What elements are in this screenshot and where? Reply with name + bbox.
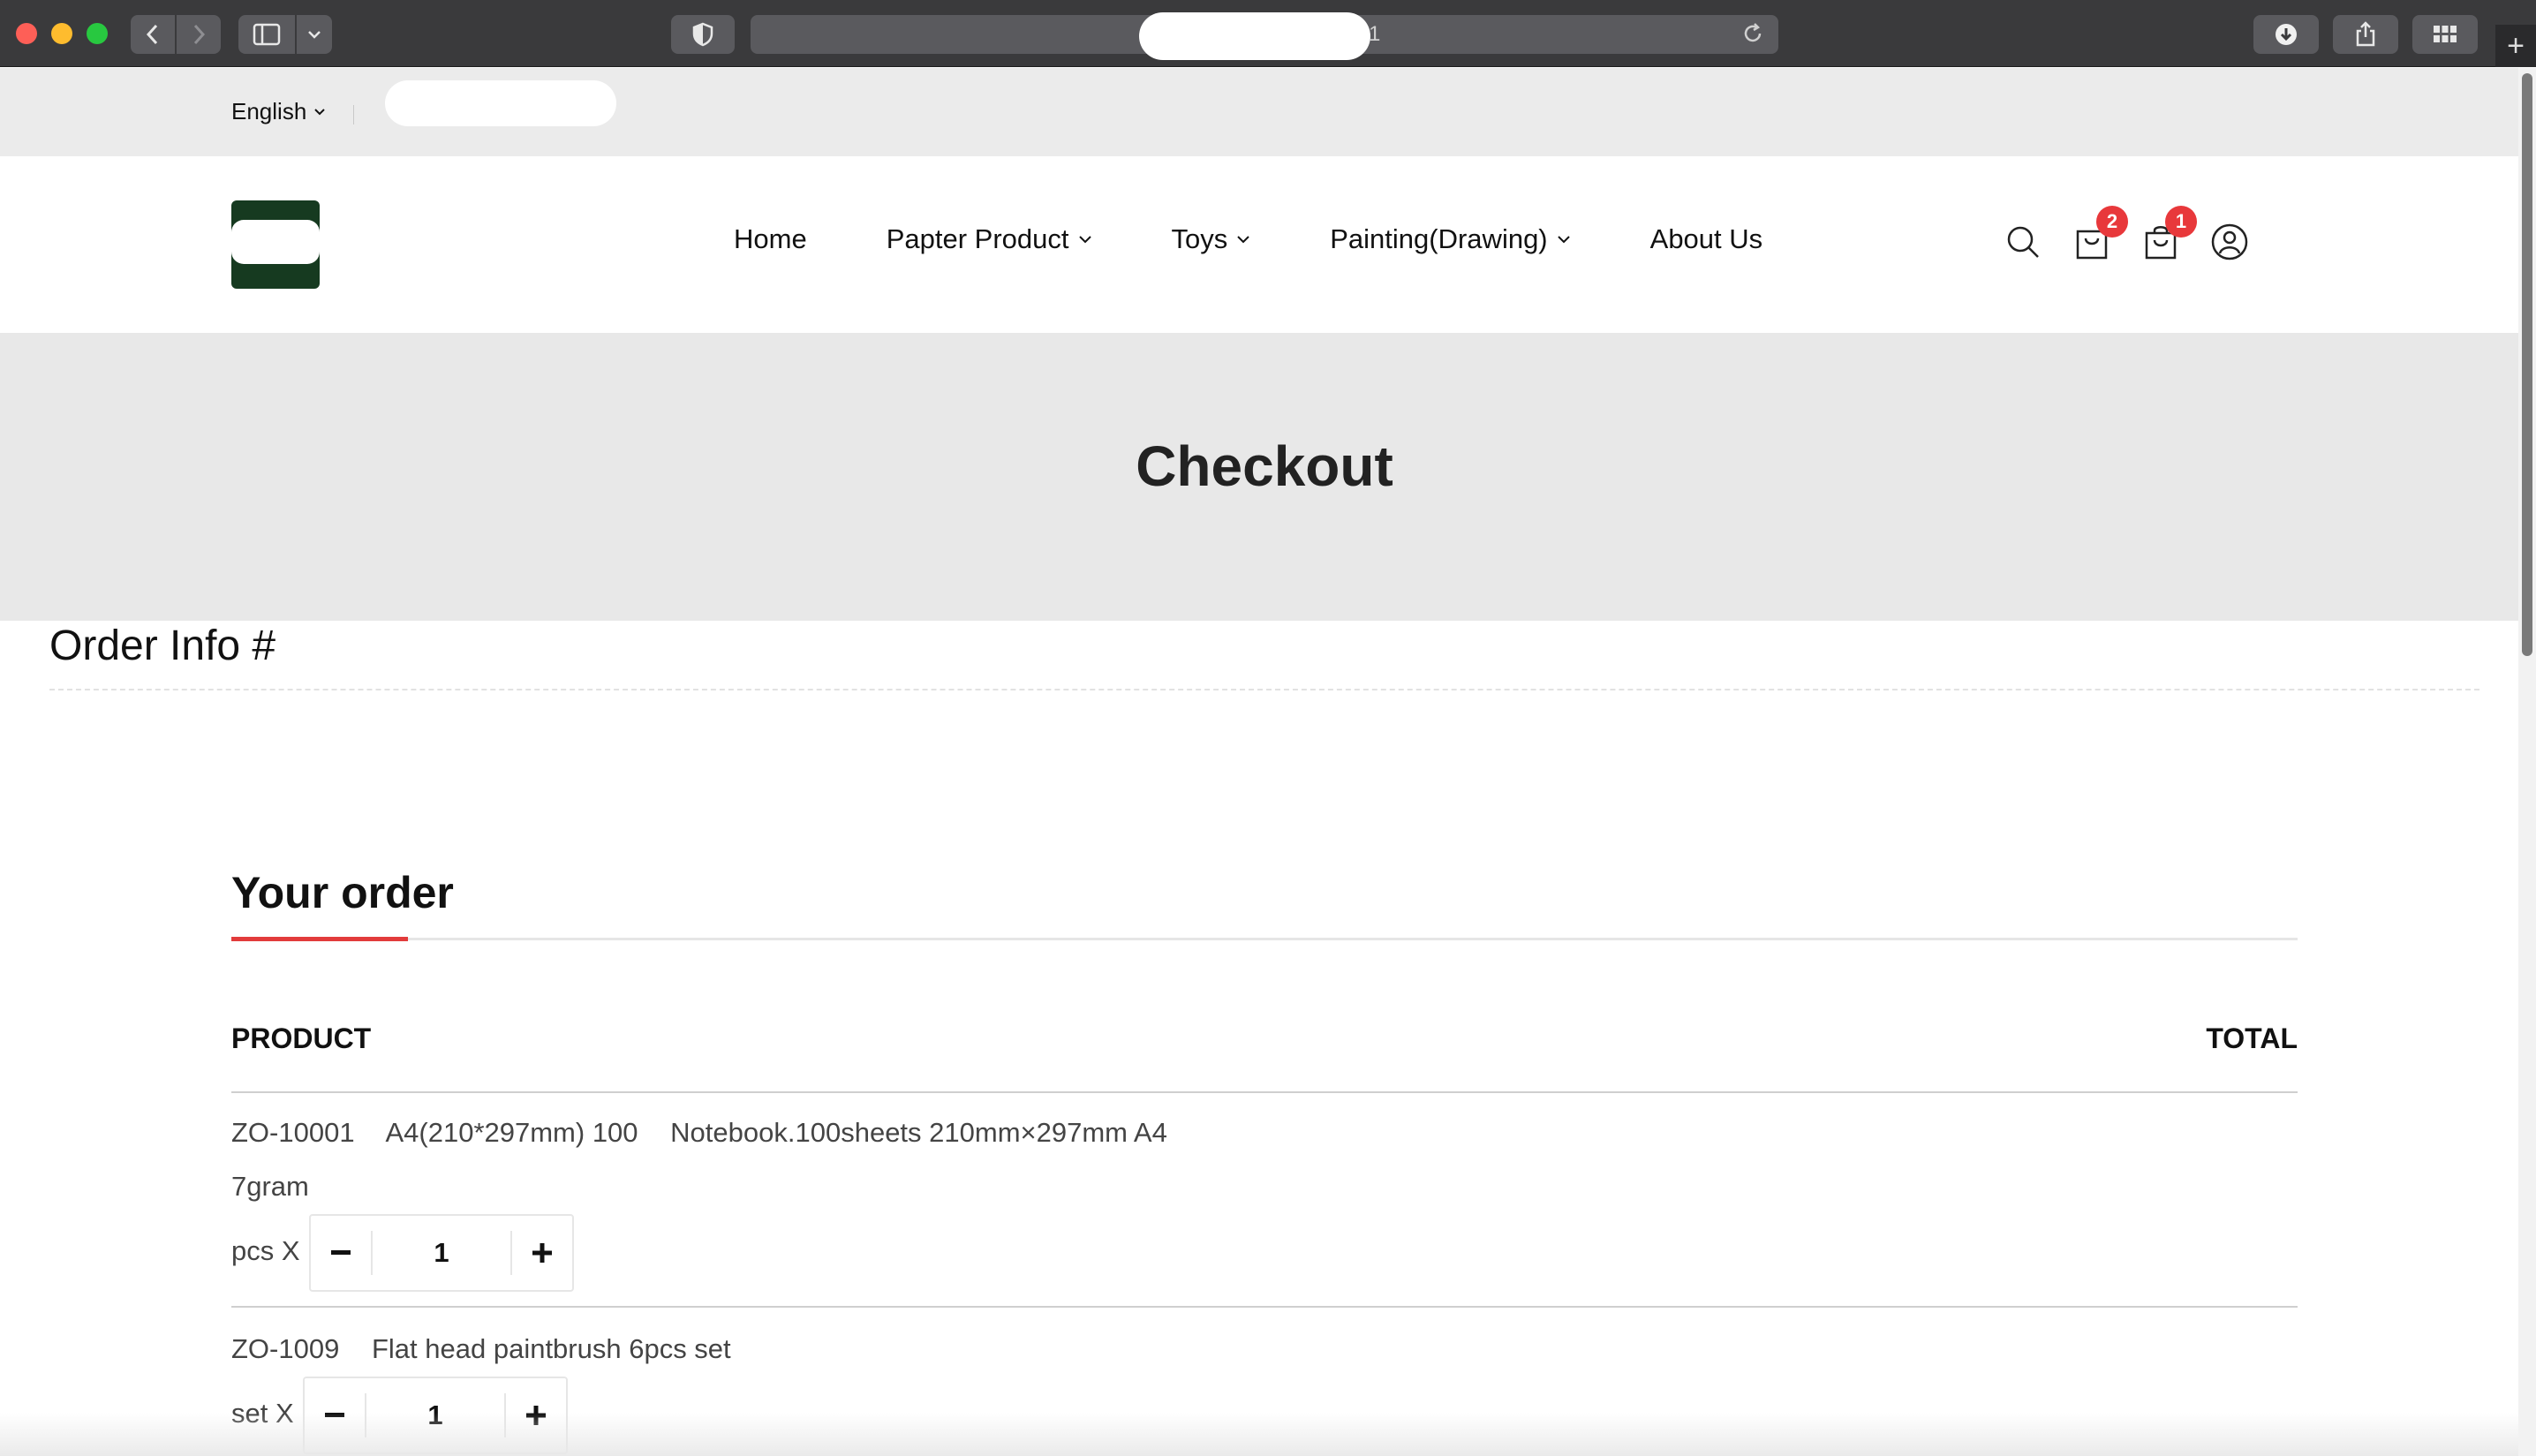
product-code: ZO-1009: [231, 1333, 340, 1364]
chevron-right-icon: [193, 24, 206, 45]
decrease-quantity-button[interactable]: [305, 1378, 365, 1452]
product-code: ZO-10001: [231, 1117, 355, 1148]
address-text: 1: [1369, 22, 1381, 46]
quantity-unit-label: set X: [231, 1398, 294, 1429]
chevron-down-icon: [308, 31, 321, 39]
nav-item-label: Toys: [1171, 223, 1228, 254]
search-button[interactable]: [2003, 222, 2043, 262]
redacted-topbar-item: [385, 80, 616, 126]
site-header: Home Papter Product Toys Painting(Drawin…: [0, 156, 2518, 333]
plus-icon: +: [2507, 28, 2525, 63]
chevron-down-icon: [1078, 236, 1091, 244]
quantity-input[interactable]: 1: [371, 1230, 512, 1276]
cart-count-badge: 1: [2165, 206, 2197, 238]
order-item-title: ZO-1009 Flat head paintbrush 6pcs set: [231, 1333, 756, 1365]
forward-button[interactable]: [177, 15, 221, 54]
quantity-input[interactable]: 1: [365, 1392, 506, 1438]
search-icon: [2007, 226, 2039, 258]
minimize-window-button[interactable]: [51, 23, 72, 44]
nav-item-label: About Us: [1649, 223, 1763, 254]
quantity-stepper: 1: [303, 1377, 568, 1454]
chevron-down-icon: [1557, 236, 1570, 244]
share-button[interactable]: [2333, 15, 2398, 54]
nav-item-label: Painting(Drawing): [1330, 223, 1548, 254]
sidebar-icon: [253, 23, 281, 46]
back-button[interactable]: [131, 15, 175, 54]
zoom-window-button[interactable]: [87, 23, 108, 44]
column-header-total: TOTAL: [2206, 1022, 2298, 1054]
increase-quantity-button[interactable]: [506, 1378, 566, 1452]
privacy-report-button[interactable]: [671, 15, 735, 54]
site-logo[interactable]: [231, 200, 320, 289]
main-nav: Home Papter Product Toys Painting(Drawin…: [734, 223, 1762, 255]
language-selector[interactable]: English: [231, 98, 326, 125]
chevron-left-icon: [146, 24, 158, 45]
minus-icon: [325, 1413, 344, 1417]
nav-item-paper-product[interactable]: Papter Product: [887, 223, 1092, 255]
nav-item-about-us[interactable]: About Us: [1650, 223, 1763, 255]
page-hero: Checkout: [0, 333, 2518, 621]
wishlist-count-badge: 2: [2096, 206, 2128, 238]
product-size: A4(210*297mm) 100: [385, 1117, 638, 1148]
decrease-quantity-button[interactable]: [311, 1216, 371, 1290]
site-topbar: English: [0, 68, 2518, 156]
reload-icon[interactable]: [1741, 22, 1764, 49]
quantity-unit-label: pcs X: [231, 1235, 300, 1266]
topbar-divider: [353, 105, 354, 124]
your-order-heading: Your order: [231, 868, 454, 917]
page-title: Checkout: [1136, 434, 1393, 498]
chevron-down-icon: [314, 108, 325, 115]
language-label: English: [231, 98, 307, 124]
table-divider: [231, 1091, 2298, 1093]
order-item-title: ZO-10001 A4(210*297mm) 100 Notebook.100s…: [231, 1117, 1192, 1149]
plus-icon: [526, 1406, 546, 1425]
downloads-button[interactable]: [2253, 15, 2319, 54]
minus-icon: [331, 1250, 351, 1255]
product-name: Flat head paintbrush 6pcs set: [371, 1333, 731, 1364]
chevron-down-icon: [1237, 236, 1249, 244]
tab-overview-button[interactable]: [2412, 15, 2478, 54]
sidebar-toggle-button[interactable]: [238, 15, 295, 54]
download-icon: [2276, 24, 2297, 45]
nav-item-label: Papter Product: [886, 223, 1069, 254]
wishlist-button[interactable]: 2: [2072, 206, 2128, 262]
section-divider: [231, 938, 2298, 940]
column-header-product: PRODUCT: [231, 1022, 372, 1054]
increase-quantity-button[interactable]: [512, 1216, 572, 1290]
nav-item-painting[interactable]: Painting(Drawing): [1330, 223, 1570, 255]
grid-icon: [2434, 26, 2457, 42]
plus-icon: [532, 1243, 552, 1263]
quantity-stepper: 1: [309, 1214, 574, 1292]
scrollbar-thumb[interactable]: [2522, 73, 2532, 656]
account-button[interactable]: [2209, 222, 2250, 262]
scrollbar[interactable]: [2518, 68, 2536, 1456]
share-icon: [2356, 21, 2375, 47]
shield-icon: [692, 22, 713, 47]
user-icon: [2211, 223, 2248, 260]
sidebar-menu-button[interactable]: [297, 15, 332, 54]
redacted-url: [1139, 12, 1370, 60]
nav-item-toys[interactable]: Toys: [1172, 223, 1251, 255]
table-divider: [231, 1306, 2298, 1308]
close-window-button[interactable]: [16, 23, 37, 44]
nav-item-label: Home: [734, 223, 807, 254]
header-icons: 2 1: [2003, 206, 2250, 262]
product-extra: 7gram: [231, 1171, 309, 1202]
new-tab-button[interactable]: +: [2495, 25, 2536, 67]
browser-toolbar: 1 +: [0, 0, 2536, 67]
order-info-heading: Order Info #: [49, 622, 276, 669]
section-accent-underline: [231, 937, 408, 941]
address-bar[interactable]: 1: [751, 12, 1778, 60]
dashed-divider: [49, 689, 2479, 690]
product-name: Notebook.100sheets 210mm×297mm A4: [670, 1117, 1167, 1148]
cart-button[interactable]: 1: [2140, 206, 2197, 262]
nav-item-home[interactable]: Home: [734, 223, 807, 255]
